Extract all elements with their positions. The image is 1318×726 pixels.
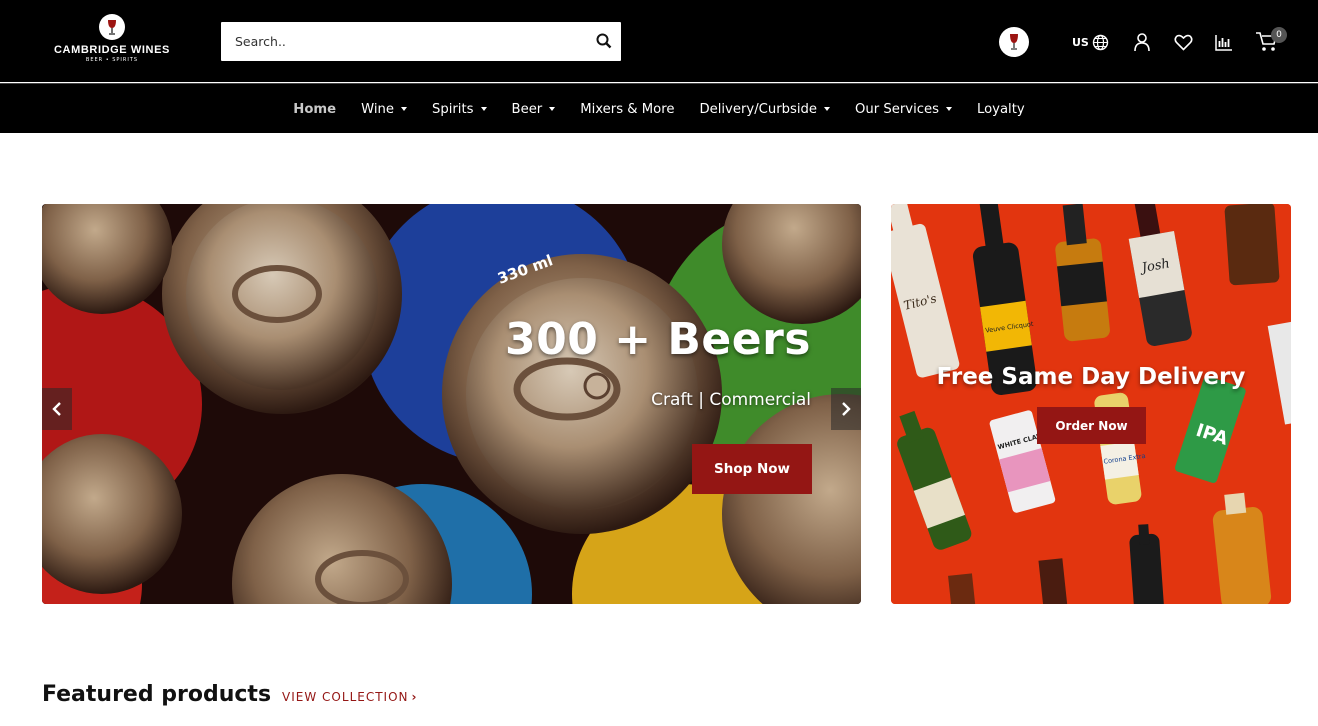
cart-count-badge: 0	[1271, 27, 1287, 43]
hero-title: 300 + Beers	[505, 314, 811, 365]
compare-chart-icon[interactable]	[1213, 32, 1233, 52]
carousel-next-button[interactable]	[831, 388, 861, 430]
view-collection-link[interactable]: VIEW COLLECTION ›	[282, 690, 417, 704]
main-navigation: Home Wine Spirits Beer Mixers & More Delivery…	[0, 83, 1318, 133]
featured-products-header: Featured products VIEW COLLECTION ›	[42, 682, 417, 712]
order-now-button[interactable]: Order Now	[1037, 407, 1146, 444]
caret-down-icon	[400, 107, 407, 111]
chevron-left-icon	[52, 402, 61, 416]
caret-down-icon	[824, 107, 831, 111]
carousel-prev-button[interactable]	[42, 388, 72, 430]
search-icon[interactable]	[595, 32, 613, 50]
locale-selector[interactable]: us	[1072, 32, 1109, 52]
search-box	[221, 22, 621, 61]
nav-item-home[interactable]: Home	[293, 102, 336, 117]
nav-item-label: Mixers & More	[580, 101, 675, 117]
caret-down-icon	[549, 107, 556, 111]
user-icon[interactable]	[1132, 32, 1152, 52]
nav-item-label: Loyalty	[976, 101, 1025, 117]
nav-item-wine[interactable]: Wine	[361, 102, 407, 117]
nav-item-beer[interactable]: Beer	[512, 102, 556, 117]
nav-item-label: Wine	[361, 101, 394, 117]
bottles-image: Tito's Veuve Clicquot Josh WHITE CLAW Co…	[891, 204, 1291, 604]
wine-glass-icon	[99, 14, 125, 40]
nav-item-loyalty[interactable]: Loyalty	[977, 102, 1025, 117]
nav-item-label: Our Services	[855, 101, 939, 117]
caret-down-icon	[480, 107, 487, 111]
locale-label: us	[1072, 35, 1089, 49]
featured-title: Featured products	[42, 682, 272, 707]
top-header: CAMBRIDGE WINES BEER • SPIRITS us 0	[0, 0, 1318, 82]
hero-banner[interactable]: 330 ml 300 + Beers Craft | Commercial Sh…	[42, 204, 861, 604]
view-collection-label: VIEW COLLECTION	[282, 690, 409, 704]
hero-subtitle: Craft | Commercial	[651, 390, 811, 410]
nav-item-label: Home	[293, 101, 337, 117]
globe-icon	[1092, 34, 1109, 50]
logo-brand: CAMBRIDGE WINES	[54, 44, 170, 56]
delivery-promo-banner[interactable]: Tito's Veuve Clicquot Josh WHITE CLAW Co…	[891, 204, 1291, 604]
nav-item-label: Delivery/Curbside	[699, 101, 818, 117]
nav-item-label: Spirits	[431, 101, 474, 117]
logo[interactable]: CAMBRIDGE WINES BEER • SPIRITS	[46, 14, 178, 70]
logo-subtitle: BEER • SPIRITS	[85, 57, 139, 63]
nav-item-spirits[interactable]: Spirits	[432, 102, 487, 117]
nav-item-mixers-more[interactable]: Mixers & More	[580, 102, 674, 117]
chevron-right-icon	[842, 402, 851, 416]
nav-item-label: Beer	[511, 101, 543, 117]
wine-glass-icon[interactable]	[999, 27, 1029, 57]
caret-down-icon	[945, 107, 952, 111]
search-input[interactable]	[221, 22, 583, 61]
promo-title: Free Same Day Delivery	[936, 364, 1246, 390]
shop-now-button[interactable]: Shop Now	[692, 444, 812, 494]
nav-item-delivery-curbside[interactable]: Delivery/Curbside	[699, 101, 831, 117]
chevron-right-icon: ›	[411, 690, 418, 704]
nav-item-our-services[interactable]: Our Services	[855, 102, 952, 117]
nav-list: Home Wine Spirits Beer Mixers & More Delivery…	[0, 84, 1318, 134]
heart-icon[interactable]	[1173, 32, 1193, 52]
